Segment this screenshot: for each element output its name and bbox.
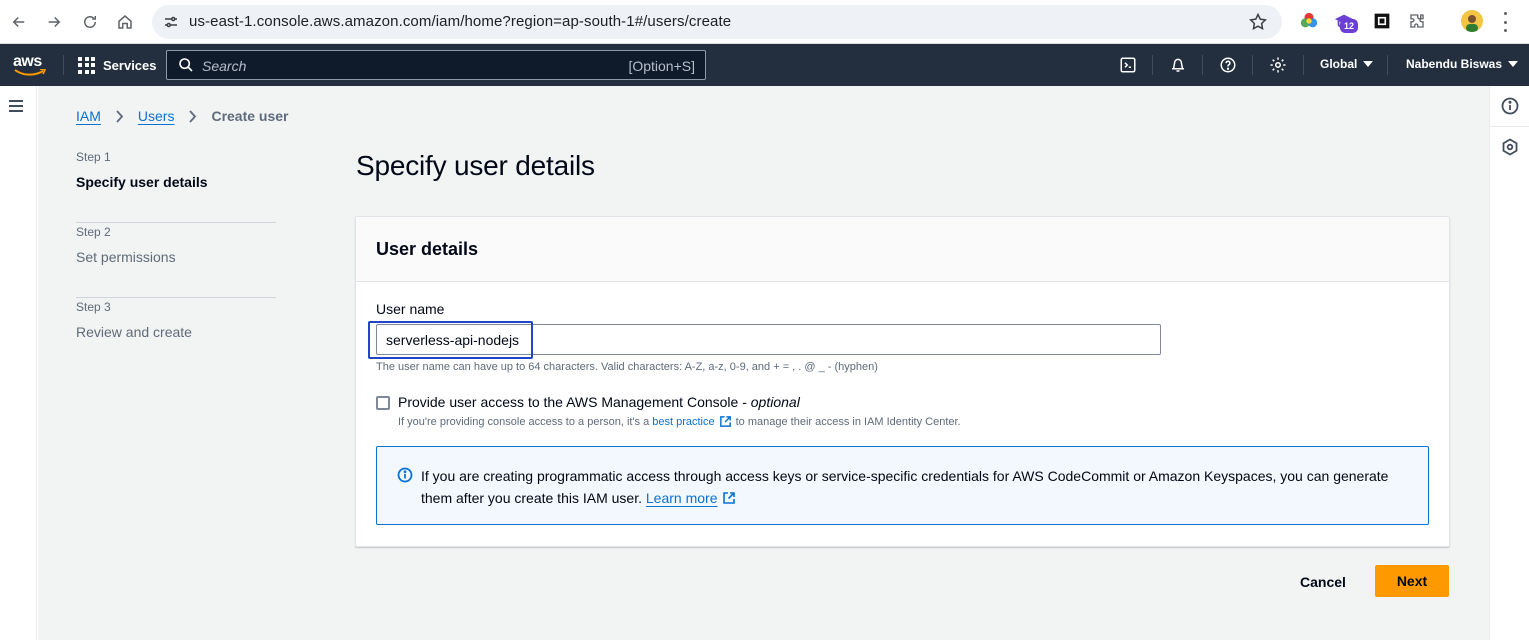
step-number: Step 1 (76, 150, 111, 164)
info-icon (397, 467, 413, 483)
browser-toolbar: us-east-1.console.aws.amazon.com/iam/hom… (0, 0, 1529, 44)
region-selector[interactable]: Global (1320, 57, 1374, 71)
help-icon[interactable] (1219, 56, 1237, 74)
site-settings-icon[interactable] (162, 13, 180, 31)
learn-more-link[interactable]: Learn more (646, 490, 718, 506)
right-tools-rail (1489, 86, 1529, 640)
cancel-button[interactable]: Cancel (1284, 566, 1362, 598)
step-number: Step 3 (76, 300, 111, 314)
nav-divider (1303, 55, 1304, 75)
menu-kebab-icon[interactable] (1502, 12, 1508, 32)
search-shortcut: [Option+S] (628, 58, 695, 74)
color-extension-icon[interactable] (1298, 10, 1320, 32)
home-icon[interactable] (114, 11, 136, 33)
profile-avatar[interactable] (1461, 10, 1483, 32)
cloudshell-icon[interactable] (1119, 56, 1137, 74)
forward-icon[interactable] (43, 11, 65, 33)
reload-icon[interactable] (79, 11, 101, 33)
services-menu-button[interactable]: Services (78, 55, 157, 75)
square-extension-icon[interactable] (1371, 10, 1393, 32)
back-icon[interactable] (8, 11, 30, 33)
search-placeholder: Search (202, 58, 247, 74)
left-navigation-rail (0, 86, 37, 640)
main-content: IAM Users Create user Step 1 Specify use… (38, 86, 1489, 640)
next-button[interactable]: Next (1375, 565, 1449, 597)
hexagon-icon[interactable] (1501, 138, 1519, 156)
info-panel-icon[interactable] (1501, 97, 1519, 115)
annotation-highlight-box (368, 321, 533, 359)
info-alert: If you are creating programmatic access … (376, 446, 1429, 525)
best-practice-link[interactable]: best practice (652, 416, 714, 428)
settings-gear-icon[interactable] (1269, 56, 1287, 74)
aws-top-navigation: aws Services Search [Option+S] Global Na… (0, 44, 1529, 86)
page-title: Specify user details (356, 150, 595, 181)
extensions-puzzle-icon[interactable] (1406, 10, 1428, 32)
nav-divider (1202, 55, 1203, 75)
breadcrumb-iam-link[interactable]: IAM (76, 108, 101, 124)
search-icon (179, 58, 193, 72)
chevron-right-icon (189, 109, 197, 123)
url-text: us-east-1.console.aws.amazon.com/iam/hom… (189, 13, 732, 30)
username-hint: The user name can have up to 64 characte… (376, 361, 878, 373)
wizard-step-3: Step 3 Review and create (76, 298, 276, 373)
step-number: Step 2 (76, 225, 111, 239)
wizard-steps: Step 1 Specify user details Step 2 Set p… (76, 148, 276, 373)
console-access-description: If you're providing console access to a … (398, 415, 961, 428)
nav-divider (1387, 55, 1388, 75)
panel-header: User details (356, 217, 1449, 282)
external-link-icon[interactable] (722, 491, 736, 505)
notifications-bell-icon[interactable] (1169, 56, 1187, 74)
rail-divider (1490, 126, 1529, 127)
aws-logo[interactable]: aws (13, 53, 47, 77)
chevron-right-icon (116, 109, 124, 123)
external-link-icon[interactable] (719, 415, 732, 428)
step-title: Review and create (76, 324, 192, 340)
hamburger-menu-icon[interactable] (9, 100, 23, 112)
wizard-step-2: Step 2 Set permissions (76, 223, 276, 298)
caret-down-icon (1363, 61, 1374, 67)
breadcrumb-users-link[interactable]: Users (138, 108, 175, 124)
wizard-step-1: Step 1 Specify user details (76, 148, 276, 223)
aws-smile-icon (14, 69, 46, 76)
account-menu[interactable]: Nabendu Biswas (1406, 57, 1519, 71)
console-access-label[interactable]: Provide user access to the AWS Managemen… (398, 394, 800, 410)
step-title: Set permissions (76, 249, 176, 265)
breadcrumb: IAM Users Create user (76, 108, 289, 124)
console-access-checkbox[interactable] (376, 396, 390, 410)
username-label: User name (376, 301, 445, 317)
console-search-input[interactable]: Search [Option+S] (166, 50, 706, 80)
nav-divider (1152, 55, 1153, 75)
bookmark-star-icon[interactable] (1248, 12, 1268, 32)
info-message: If you are creating programmatic access … (421, 468, 1389, 506)
step-title: Specify user details (76, 174, 208, 190)
nav-divider (1252, 55, 1253, 75)
panel-title: User details (376, 239, 479, 259)
services-grid-icon (78, 56, 95, 74)
caret-down-icon (1508, 61, 1519, 67)
address-bar[interactable]: us-east-1.console.aws.amazon.com/iam/hom… (152, 5, 1282, 39)
extension-badge: 12 (1340, 19, 1358, 33)
user-details-panel: User details User name serverless-api-no… (355, 216, 1450, 547)
nav-divider (63, 55, 64, 75)
breadcrumb-current: Create user (211, 108, 289, 124)
